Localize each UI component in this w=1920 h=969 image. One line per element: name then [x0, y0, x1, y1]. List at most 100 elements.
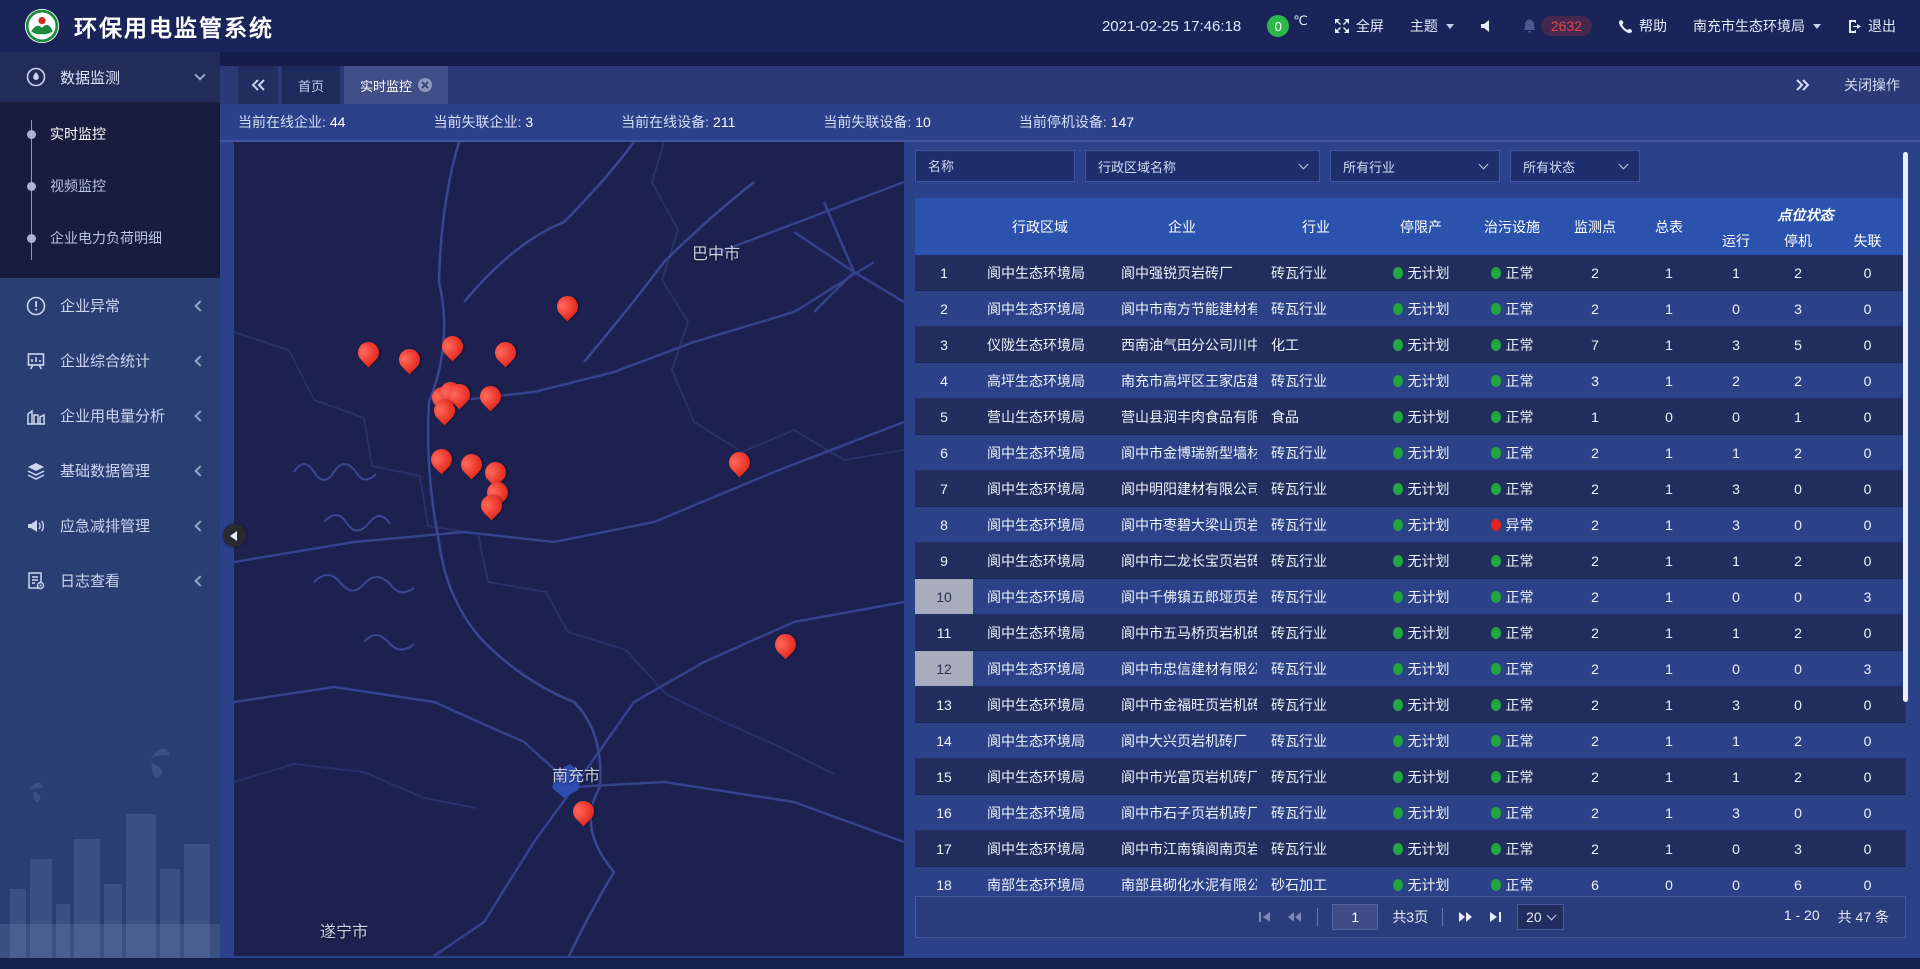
table-row[interactable]: 1阆中生态环境局阆中强锐页岩砖厂砖瓦行业无计划正常21120: [915, 255, 1906, 291]
table-row[interactable]: 4高坪生态环境局南充市高坪区王家店建砖瓦行业无计划正常31220: [915, 363, 1906, 399]
table-row[interactable]: 13阆中生态环境局阆中市金福旺页岩机砖砖瓦行业无计划正常21300: [915, 687, 1906, 723]
theme-menu[interactable]: 主题: [1410, 16, 1454, 36]
map-pin[interactable]: [485, 462, 506, 483]
chevron-left-icon: [194, 300, 205, 311]
sidebar-item-power-load-detail[interactable]: 企业电力负荷明细: [0, 212, 220, 264]
region-filter-select[interactable]: 行政区域名称: [1085, 150, 1320, 182]
sidebar-section-data-monitor[interactable]: 数据监测: [0, 52, 220, 102]
notifications[interactable]: 2632: [1522, 16, 1592, 36]
cell-stop-status: 无计划: [1375, 759, 1467, 794]
name-filter-input[interactable]: [928, 159, 1062, 174]
map-pin[interactable]: [442, 336, 463, 357]
map-pin[interactable]: [495, 342, 516, 363]
cell-total-meters: 0: [1633, 399, 1705, 434]
table-row[interactable]: 6阆中生态环境局阆中市金博瑞新型墙材砖瓦行业无计划正常21120: [915, 435, 1906, 471]
map-pin[interactable]: [358, 342, 379, 363]
tab-home[interactable]: 首页: [282, 66, 340, 104]
sound-button[interactable]: [1480, 19, 1496, 33]
table-scrollbar[interactable]: [1903, 152, 1908, 702]
map-pin[interactable]: [573, 801, 594, 822]
cell-facility-status: 异常: [1467, 507, 1557, 542]
tabs-scroll-right-button[interactable]: [1796, 79, 1810, 91]
industry-filter-select[interactable]: 所有行业: [1330, 150, 1500, 182]
close-operations-menu[interactable]: 关闭操作: [1844, 75, 1900, 95]
fullscreen-button[interactable]: 全屏: [1334, 16, 1384, 36]
user-org-menu[interactable]: 南充市生态环境局: [1693, 16, 1821, 36]
next-page-button[interactable]: [1457, 910, 1474, 924]
table-row[interactable]: 11阆中生态环境局阆中市五马桥页岩机砖砖瓦行业无计划正常21120: [915, 615, 1906, 651]
map-pin[interactable]: [431, 449, 452, 470]
cell-enterprise: 阆中大兴页岩机砖厂: [1107, 723, 1257, 758]
cell-stop-status: 无计划: [1375, 255, 1467, 290]
stat-stopped-devices: 当前停机设备:147: [1019, 112, 1134, 132]
temperature-unit: ℃: [1293, 13, 1308, 29]
table-row[interactable]: 5营山生态环境局营山县润丰肉食品有限食品无计划正常10010: [915, 399, 1906, 435]
map-pin[interactable]: [399, 349, 420, 370]
cell-facility-status: 正常: [1467, 543, 1557, 578]
cell-industry: 食品: [1257, 399, 1375, 434]
map-pin[interactable]: [461, 454, 482, 475]
table-row[interactable]: 2阆中生态环境局阆中市南方节能建材有砖瓦行业无计划正常21030: [915, 291, 1906, 327]
first-page-button[interactable]: [1257, 910, 1272, 924]
map-panel[interactable]: 巴中市 南充市 遂宁市: [234, 142, 904, 956]
table-row[interactable]: 3仪陇生态环境局西南油气田分公司川中化工无计划正常71350: [915, 327, 1906, 363]
map-pin[interactable]: [557, 296, 578, 317]
table-row[interactable]: 12阆中生态环境局阆中市忠信建材有限公砖瓦行业无计划正常21003: [915, 651, 1906, 687]
tabs-scroll-left-button[interactable]: [238, 66, 278, 104]
cell-total-meters: 1: [1633, 471, 1705, 506]
table-row[interactable]: 14阆中生态环境局阆中大兴页岩机砖厂砖瓦行业无计划正常21120: [915, 723, 1906, 759]
sidebar-item-log-view[interactable]: 日志查看: [0, 553, 220, 608]
status-dot-icon: [1393, 663, 1403, 675]
table-row[interactable]: 17阆中生态环境局阆中市江南镇阆南页岩砖瓦行业无计划正常21030: [915, 831, 1906, 867]
prev-page-button[interactable]: [1286, 910, 1303, 924]
map-pin[interactable]: [434, 400, 455, 421]
cell-running: 3: [1705, 327, 1767, 362]
cell-stop-status: 无计划: [1375, 291, 1467, 326]
table-row[interactable]: 18南部生态环境局南部县砌化水泥有限公砂石加工无计划正常60060: [915, 867, 1906, 895]
name-filter-field[interactable]: [915, 150, 1075, 182]
sidebar-item-enterprise-abnormal[interactable]: 企业异常: [0, 278, 220, 333]
sidebar-item-base-data[interactable]: 基础数据管理: [0, 443, 220, 498]
page-number-input[interactable]: [1332, 904, 1378, 930]
table-row[interactable]: 8阆中生态环境局阆中市枣碧大梁山页岩砖瓦行业无计划异常21300: [915, 507, 1906, 543]
cell-industry: 砖瓦行业: [1257, 543, 1375, 578]
last-page-button[interactable]: [1488, 910, 1503, 924]
table-row[interactable]: 7阆中生态环境局阆中明阳建材有限公司砖瓦行业无计划正常21300: [915, 471, 1906, 507]
map-pin[interactable]: [775, 634, 796, 655]
sidebar-item-emergency-reduction[interactable]: 应急减排管理: [0, 498, 220, 553]
table-row[interactable]: 9阆中生态环境局阆中市二龙长宝页岩砖砖瓦行业无计划正常21120: [915, 543, 1906, 579]
tab-realtime-monitor[interactable]: 实时监控: [344, 66, 448, 104]
status-dot-icon: [1393, 627, 1403, 639]
tab-close-icon[interactable]: [418, 78, 432, 92]
map-pin[interactable]: [480, 386, 501, 407]
status-dot-icon: [1393, 771, 1403, 783]
sidebar-item-power-analysis[interactable]: 企业用电量分析: [0, 388, 220, 443]
sidebar-item-realtime-monitor[interactable]: 实时监控: [0, 108, 220, 160]
help-button[interactable]: 帮助: [1618, 16, 1667, 36]
cell-facility-status: 正常: [1467, 399, 1557, 434]
sidebar-item-enterprise-stats[interactable]: 企业综合统计: [0, 333, 220, 388]
cell-industry: 砖瓦行业: [1257, 687, 1375, 722]
cell-region: 阆中生态环境局: [973, 615, 1107, 650]
cell-enterprise: 阆中千佛镇五郎垭页岩: [1107, 579, 1257, 614]
cell-row-number: 14: [915, 723, 973, 758]
table-row[interactable]: 16阆中生态环境局阆中市石子页岩机砖厂砖瓦行业无计划正常21300: [915, 795, 1906, 831]
filter-bar: 行政区域名称 所有行业 所有状态: [915, 150, 1906, 182]
cell-running: 3: [1705, 795, 1767, 830]
table-row[interactable]: 15阆中生态环境局阆中市光富页岩机砖厂砖瓦行业无计划正常21120: [915, 759, 1906, 795]
logout-button[interactable]: 退出: [1847, 16, 1896, 36]
map-collapse-button[interactable]: [223, 524, 246, 547]
sidebar-item-video-monitor[interactable]: 视频监控: [0, 160, 220, 212]
first-page-icon: [1257, 910, 1272, 924]
map-pin[interactable]: [729, 452, 750, 473]
cell-lost: 0: [1829, 831, 1906, 866]
table-row[interactable]: 10阆中生态环境局阆中千佛镇五郎垭页岩砖瓦行业无计划正常21003: [915, 579, 1906, 615]
cell-enterprise: 阆中明阳建材有限公司: [1107, 471, 1257, 506]
page-size-select[interactable]: 20: [1517, 904, 1564, 930]
cell-industry: 砖瓦行业: [1257, 831, 1375, 866]
status-filter-select[interactable]: 所有状态: [1510, 150, 1640, 182]
pagination-bar: 共3页 20 1 - 20 共 47 条: [915, 896, 1906, 938]
map-pin[interactable]: [481, 495, 502, 516]
cell-region: 阆中生态环境局: [973, 543, 1107, 578]
cell-facility-status: 正常: [1467, 615, 1557, 650]
